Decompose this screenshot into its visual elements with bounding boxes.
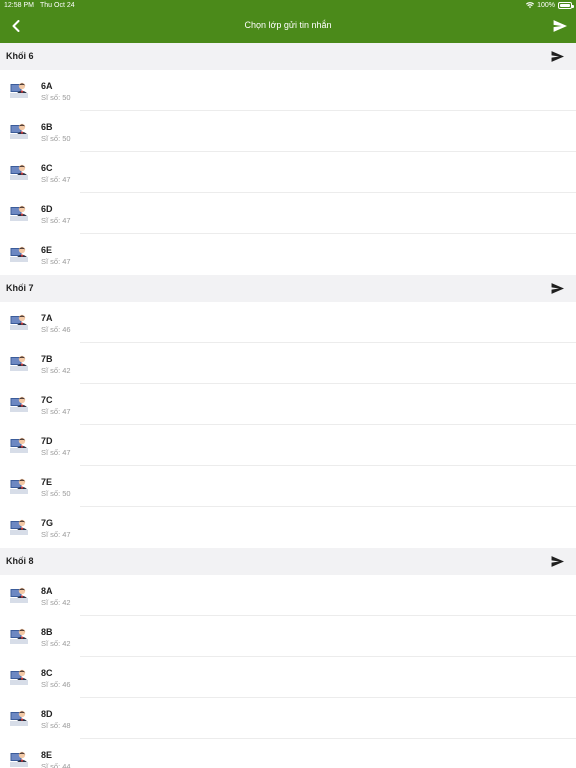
class-name: 8E [41, 750, 53, 760]
class-icon [10, 204, 28, 221]
class-icon [10, 477, 28, 494]
class-icon [10, 395, 28, 412]
class-icon [10, 627, 28, 644]
wifi-icon [526, 2, 535, 9]
class-name: 7B [41, 354, 53, 364]
class-name: 7G [41, 518, 54, 528]
class-size: Sĩ số: 47 [41, 257, 71, 266]
class-row[interactable]: 7A Sĩ số: 46 [0, 302, 576, 343]
class-name: 6C [41, 163, 53, 173]
class-size: Sĩ số: 44 [41, 762, 71, 768]
class-icon [10, 518, 28, 535]
class-name: 8A [41, 586, 53, 596]
send-icon [551, 50, 564, 62]
class-icon [10, 245, 28, 262]
send-icon [551, 282, 564, 294]
class-row[interactable]: 8B Sĩ số: 42 [0, 616, 576, 657]
class-row[interactable]: 6C Sĩ số: 47 [0, 152, 576, 193]
class-row[interactable]: 6E Sĩ số: 47 [0, 234, 576, 275]
class-icon [10, 668, 28, 685]
class-list: Khối 6 6A Sĩ số: 50 6B Sĩ số: 50 6C Sĩ số: 47 6… [0, 43, 576, 768]
class-icon [10, 313, 28, 330]
send-button[interactable] [552, 18, 568, 34]
class-name: 7E [41, 477, 53, 487]
class-row[interactable]: 6B Sĩ số: 50 [0, 111, 576, 152]
class-icon [10, 354, 28, 371]
class-icon [10, 586, 28, 603]
class-row[interactable]: 8E Sĩ số: 44 [0, 739, 576, 768]
class-name: 8D [41, 709, 53, 719]
class-icon [10, 122, 28, 139]
class-icon [10, 750, 28, 767]
class-row[interactable]: 7G Sĩ số: 47 [0, 507, 576, 548]
class-icon [10, 709, 28, 726]
status-indicators: 100% [526, 2, 574, 9]
status-bar: 12:58 PM Thu Oct 24 100% [0, 0, 576, 12]
navigation-bar: 12:58 PM Thu Oct 24 100% Chọn lớp gửi ti… [0, 0, 576, 43]
status-date: Thu Oct 24 [40, 2, 75, 9]
class-row[interactable]: 8C Sĩ số: 46 [0, 657, 576, 698]
class-icon [10, 163, 28, 180]
section-title: Khối 6 [6, 51, 34, 61]
class-size: Sĩ số: 50 [41, 93, 71, 102]
class-name: 6B [41, 122, 53, 132]
class-size: Sĩ số: 47 [41, 448, 71, 457]
class-icon [10, 436, 28, 453]
class-size: Sĩ số: 47 [41, 216, 71, 225]
class-name: 6A [41, 81, 53, 91]
section-send-button[interactable] [550, 281, 564, 295]
class-size: Sĩ số: 50 [41, 489, 71, 498]
class-row[interactable]: 7B Sĩ số: 42 [0, 343, 576, 384]
class-size: Sĩ số: 48 [41, 721, 71, 730]
class-size: Sĩ số: 42 [41, 598, 71, 607]
send-icon [551, 555, 564, 567]
class-size: Sĩ số: 50 [41, 134, 71, 143]
class-name: 6E [41, 245, 53, 255]
class-row[interactable]: 7E Sĩ số: 50 [0, 466, 576, 507]
class-name: 6D [41, 204, 53, 214]
class-name: 7C [41, 395, 53, 405]
section-send-button[interactable] [550, 554, 564, 568]
section-title: Khối 7 [6, 283, 34, 293]
section-title: Khối 8 [6, 556, 34, 566]
class-row[interactable]: 7C Sĩ số: 47 [0, 384, 576, 425]
class-size: Sĩ số: 46 [41, 325, 71, 334]
class-row[interactable]: 6D Sĩ số: 47 [0, 193, 576, 234]
send-icon [553, 20, 567, 32]
page-title: Chọn lớp gửi tin nhắn [244, 20, 332, 30]
battery-icon [558, 2, 574, 9]
class-row[interactable]: 8D Sĩ số: 48 [0, 698, 576, 739]
class-size: Sĩ số: 47 [41, 530, 71, 539]
class-name: 8C [41, 668, 53, 678]
class-size: Sĩ số: 42 [41, 639, 71, 648]
class-name: 7A [41, 313, 53, 323]
section-header: Khối 8 [0, 548, 576, 575]
status-time: 12:58 PM [4, 2, 34, 9]
class-size: Sĩ số: 42 [41, 366, 71, 375]
class-size: Sĩ số: 47 [41, 407, 71, 416]
class-size: Sĩ số: 46 [41, 680, 71, 689]
section-header: Khối 7 [0, 275, 576, 302]
section-send-button[interactable] [550, 49, 564, 63]
section-header: Khối 6 [0, 43, 576, 70]
class-icon [10, 81, 28, 98]
class-row[interactable]: 8A Sĩ số: 42 [0, 575, 576, 616]
class-row[interactable]: 6A Sĩ số: 50 [0, 70, 576, 111]
class-row[interactable]: 7D Sĩ số: 47 [0, 425, 576, 466]
class-name: 8B [41, 627, 53, 637]
battery-percent: 100% [537, 2, 555, 9]
class-name: 7D [41, 436, 53, 446]
class-size: Sĩ số: 47 [41, 175, 71, 184]
